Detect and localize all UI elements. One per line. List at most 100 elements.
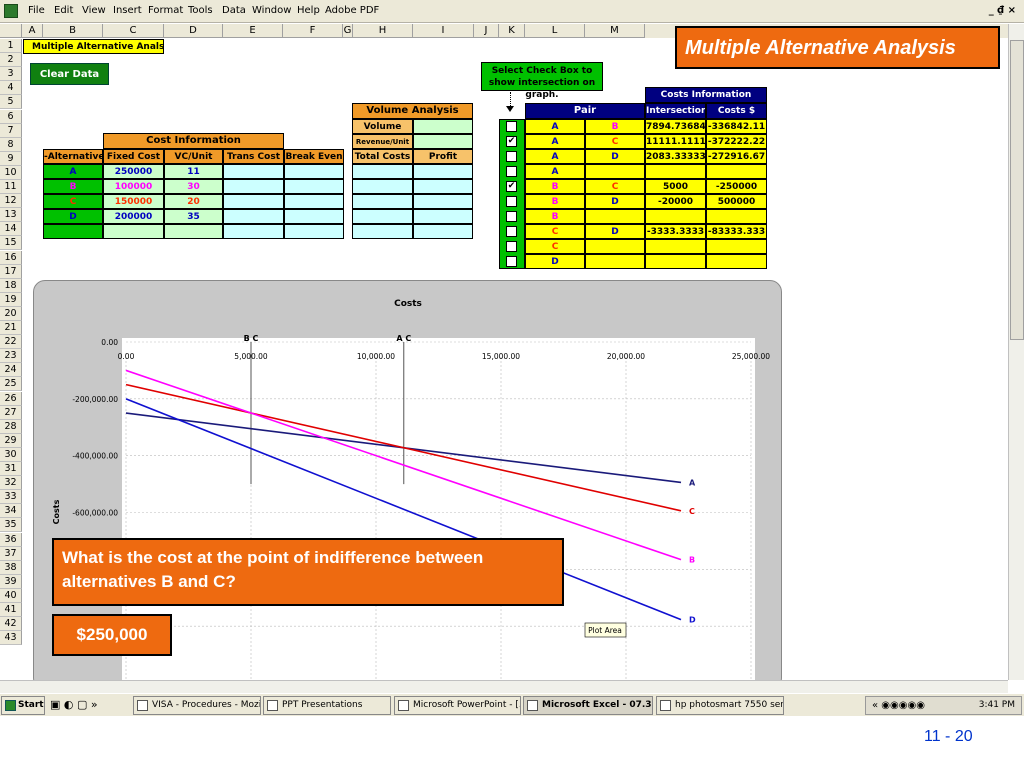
taskbar-item-4[interactable]: hp photosmart 7550 series: [656, 696, 784, 715]
column-header-f[interactable]: F: [283, 24, 343, 38]
volume-cell-r1-c0[interactable]: [352, 179, 413, 194]
row-header-24[interactable]: 24: [0, 363, 22, 378]
pair-checkbox-9[interactable]: [506, 256, 517, 267]
row-header-25[interactable]: 25: [0, 377, 22, 392]
taskbar-item-2[interactable]: Microsoft PowerPoint - [...: [394, 696, 521, 715]
row-header-20[interactable]: 20: [0, 306, 22, 321]
start-button[interactable]: Start: [1, 696, 45, 715]
column-header-h[interactable]: H: [353, 24, 413, 38]
menu-item-adobe-pdf[interactable]: Adobe PDF: [325, 5, 379, 16]
pair-cost-7[interactable]: -83333.333: [706, 224, 767, 239]
pair-cost-3[interactable]: [706, 164, 767, 179]
column-header-g[interactable]: G: [343, 24, 353, 38]
menu-item-tools[interactable]: Tools: [188, 5, 213, 16]
pair-checkbox-2[interactable]: [506, 151, 517, 162]
row-header-22[interactable]: 22: [0, 335, 22, 350]
row-header-3[interactable]: 3: [0, 67, 22, 82]
pair-checkbox-3[interactable]: [506, 166, 517, 177]
pair-cost-9[interactable]: [706, 254, 767, 269]
cost-cell-r4-c4[interactable]: [284, 224, 344, 239]
volume-cell-r0-c1[interactable]: [413, 164, 473, 179]
volume-cell-r2-c0[interactable]: [352, 194, 413, 209]
row-header-26[interactable]: 26: [0, 391, 22, 406]
revenue-input[interactable]: [413, 134, 473, 149]
volume-input[interactable]: [413, 119, 473, 134]
sheet-title-cell[interactable]: Multiple Alternative Analsis: [23, 39, 164, 54]
pair-cost-1[interactable]: -372222.22: [706, 134, 767, 149]
row-header-11[interactable]: 11: [0, 180, 22, 195]
horizontal-scrollbar[interactable]: [0, 680, 1008, 693]
menu-item-edit[interactable]: Edit: [54, 5, 73, 16]
column-header-a[interactable]: A: [22, 24, 43, 38]
cost-cell-r3-c2[interactable]: 35: [164, 209, 223, 224]
column-header-e[interactable]: E: [223, 24, 283, 38]
pair-inter-7[interactable]: -3333.3333: [645, 224, 706, 239]
column-header-d[interactable]: D: [164, 24, 223, 38]
cost-cell-r4-c3[interactable]: [223, 224, 284, 239]
row-header-14[interactable]: 14: [0, 222, 22, 237]
row-header-2[interactable]: 2: [0, 53, 22, 68]
taskbar-item-1[interactable]: PPT Presentations: [263, 696, 391, 715]
scroll-thumb[interactable]: [1010, 40, 1024, 340]
cost-cell-r3-c4[interactable]: [284, 209, 344, 224]
row-header-17[interactable]: 17: [0, 264, 22, 279]
volume-cell-r3-c1[interactable]: [413, 209, 473, 224]
row-header-13[interactable]: 13: [0, 208, 22, 223]
cost-cell-r3-c1[interactable]: 200000: [103, 209, 164, 224]
row-header-1[interactable]: 1: [0, 39, 22, 54]
menu-item-help[interactable]: Help: [297, 5, 320, 16]
pair-cost-4[interactable]: -250000: [706, 179, 767, 194]
column-header-l[interactable]: L: [525, 24, 585, 38]
window-controls[interactable]: _ ₫ ×: [989, 5, 1016, 16]
row-header-39[interactable]: 39: [0, 574, 22, 589]
row-header-9[interactable]: 9: [0, 151, 22, 166]
pair-checkbox-5[interactable]: [506, 196, 517, 207]
row-header-29[interactable]: 29: [0, 433, 22, 448]
menu-item-insert[interactable]: Insert: [113, 5, 142, 16]
pair-inter-6[interactable]: [645, 209, 706, 224]
row-header-37[interactable]: 37: [0, 546, 22, 561]
cost-cell-r4-c2[interactable]: [164, 224, 223, 239]
menu-item-window[interactable]: Window: [252, 5, 291, 16]
pair-cost-5[interactable]: 500000: [706, 194, 767, 209]
row-header-23[interactable]: 23: [0, 349, 22, 364]
row-header-8[interactable]: 8: [0, 137, 22, 152]
quick-launch-icons[interactable]: ▣ ◐ ▢ »: [50, 698, 98, 711]
volume-cell-r4-c1[interactable]: [413, 224, 473, 239]
column-header-b[interactable]: B: [43, 24, 103, 38]
menu-item-format[interactable]: Format: [148, 5, 183, 16]
cost-cell-r1-c3[interactable]: [223, 179, 284, 194]
column-header-j[interactable]: J: [474, 24, 499, 38]
row-header-43[interactable]: 43: [0, 631, 22, 646]
pair-inter-8[interactable]: [645, 239, 706, 254]
volume-cell-r4-c0[interactable]: [352, 224, 413, 239]
pair-checkbox-1[interactable]: ✔: [506, 136, 517, 147]
cost-cell-r1-c4[interactable]: [284, 179, 344, 194]
volume-cell-r2-c1[interactable]: [413, 194, 473, 209]
row-header-18[interactable]: 18: [0, 278, 22, 293]
row-header-27[interactable]: 27: [0, 405, 22, 420]
column-header-k[interactable]: K: [499, 24, 525, 38]
excel-icon[interactable]: [4, 4, 18, 18]
column-header-m[interactable]: M: [585, 24, 645, 38]
row-header-30[interactable]: 30: [0, 447, 22, 462]
row-header-19[interactable]: 19: [0, 292, 22, 307]
row-header-12[interactable]: 12: [0, 194, 22, 209]
cost-cell-r3-c3[interactable]: [223, 209, 284, 224]
row-header-10[interactable]: 10: [0, 165, 22, 180]
plot-area[interactable]: [122, 338, 755, 691]
column-header-c[interactable]: C: [103, 24, 164, 38]
cost-cell-r2-c3[interactable]: [223, 194, 284, 209]
row-header-6[interactable]: 6: [0, 109, 22, 124]
row-header-36[interactable]: 36: [0, 532, 22, 547]
row-header-7[interactable]: 7: [0, 123, 22, 138]
pair-inter-1[interactable]: 11111.1111: [645, 134, 706, 149]
select-all-corner[interactable]: [0, 24, 22, 38]
cost-cell-r2-c1[interactable]: 150000: [103, 194, 164, 209]
pair-inter-3[interactable]: [645, 164, 706, 179]
cost-cell-r0-c4[interactable]: [284, 164, 344, 179]
row-header-21[interactable]: 21: [0, 321, 22, 336]
taskbar-item-3[interactable]: Microsoft Excel - 07.3 ...: [523, 696, 653, 715]
cost-cell-r0-c3[interactable]: [223, 164, 284, 179]
cost-cell-r1-c1[interactable]: 100000: [103, 179, 164, 194]
